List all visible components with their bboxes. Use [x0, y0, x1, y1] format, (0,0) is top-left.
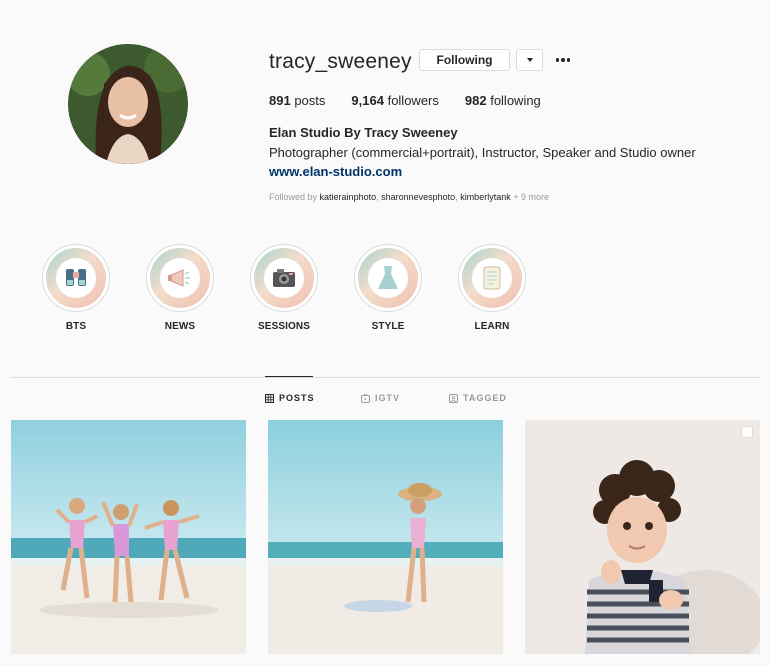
highlight-cover — [146, 244, 214, 312]
following-button[interactable]: Following — [419, 49, 510, 71]
dress-icon — [358, 248, 418, 308]
highlight-style[interactable]: STYLE — [354, 244, 422, 332]
bio-text: Photographer (commercial+portrait), Inst… — [269, 145, 696, 160]
tab-posts[interactable]: POSTS — [265, 393, 315, 403]
suggested-accounts-dropdown-button[interactable] — [516, 49, 543, 71]
username: tracy_sweeney — [269, 50, 412, 73]
post-image — [11, 420, 246, 654]
post-image — [268, 420, 503, 654]
highlight-news[interactable]: NEWS — [146, 244, 214, 332]
posts-count-value: 891 — [269, 93, 291, 108]
megaphone-icon — [150, 248, 210, 308]
highlight-cover — [458, 244, 526, 312]
highlight-label: SESSIONS — [258, 321, 310, 332]
post-thumbnail[interactable] — [268, 420, 503, 654]
highlight-cover — [42, 244, 110, 312]
options-button[interactable] — [552, 50, 574, 70]
more-dot-icon — [561, 58, 565, 62]
highlight-label: LEARN — [474, 321, 510, 332]
post-thumbnail[interactable] — [11, 420, 246, 654]
post-image — [525, 420, 760, 654]
following-count-label: following — [490, 93, 541, 108]
posts-count: 891 posts — [269, 93, 325, 108]
highlight-bts[interactable]: BTS — [42, 244, 110, 332]
active-tab-indicator — [265, 376, 313, 377]
tagged-icon — [449, 393, 458, 403]
camera-icon — [254, 248, 314, 308]
following-count[interactable]: 982 following — [465, 93, 541, 108]
highlight-cover — [250, 244, 318, 312]
followers-count-value: 9,164 — [351, 93, 384, 108]
profile-page: tracy_sweeney Following 891 posts 9,164 … — [0, 0, 771, 666]
highlight-sessions[interactable]: SESSIONS — [250, 244, 318, 332]
tab-label: POSTS — [279, 393, 315, 403]
highlight-learn[interactable]: LEARN — [458, 244, 526, 332]
followed-by[interactable]: Followed by katierainphoto, sharonnevesp… — [269, 192, 549, 202]
followed-by-account: katierainphoto — [319, 192, 377, 202]
binoculars-icon — [46, 248, 106, 308]
grid-icon — [265, 393, 274, 403]
followed-by-prefix: Followed by — [269, 192, 318, 202]
multiple-photos-icon — [742, 427, 752, 437]
chevron-down-icon — [526, 58, 533, 62]
highlight-label: STYLE — [371, 321, 405, 332]
tab-igtv[interactable]: IGTV — [361, 393, 400, 403]
followers-count-label: followers — [387, 93, 439, 108]
post-thumbnail[interactable] — [525, 420, 760, 654]
followed-by-account: sharonnevesphoto — [381, 192, 456, 202]
more-dot-icon — [555, 58, 560, 62]
highlight-cover — [354, 244, 422, 312]
posts-count-label: posts — [294, 93, 326, 108]
tabs-divider — [11, 377, 759, 378]
tab-label: TAGGED — [463, 393, 507, 403]
following-count-value: 982 — [464, 93, 487, 108]
igtv-icon — [361, 393, 370, 403]
followed-by-more: + 9 more — [513, 192, 549, 202]
website-link[interactable]: www.elan-studio.com — [269, 164, 402, 179]
tab-tagged[interactable]: TAGGED — [449, 393, 507, 403]
followers-count[interactable]: 9,164 followers — [351, 93, 438, 108]
more-dot-icon — [566, 58, 571, 62]
followed-by-account: kimberlytank — [460, 192, 511, 202]
profile-stats: 891 posts 9,164 followers 982 following — [269, 93, 567, 108]
scroll-icon — [462, 248, 522, 308]
highlight-label: NEWS — [164, 321, 196, 332]
full-name: Elan Studio By Tracy Sweeney — [269, 125, 458, 140]
profile-avatar[interactable] — [68, 44, 188, 164]
tab-label: IGTV — [375, 393, 401, 403]
highlight-label: BTS — [65, 321, 87, 332]
